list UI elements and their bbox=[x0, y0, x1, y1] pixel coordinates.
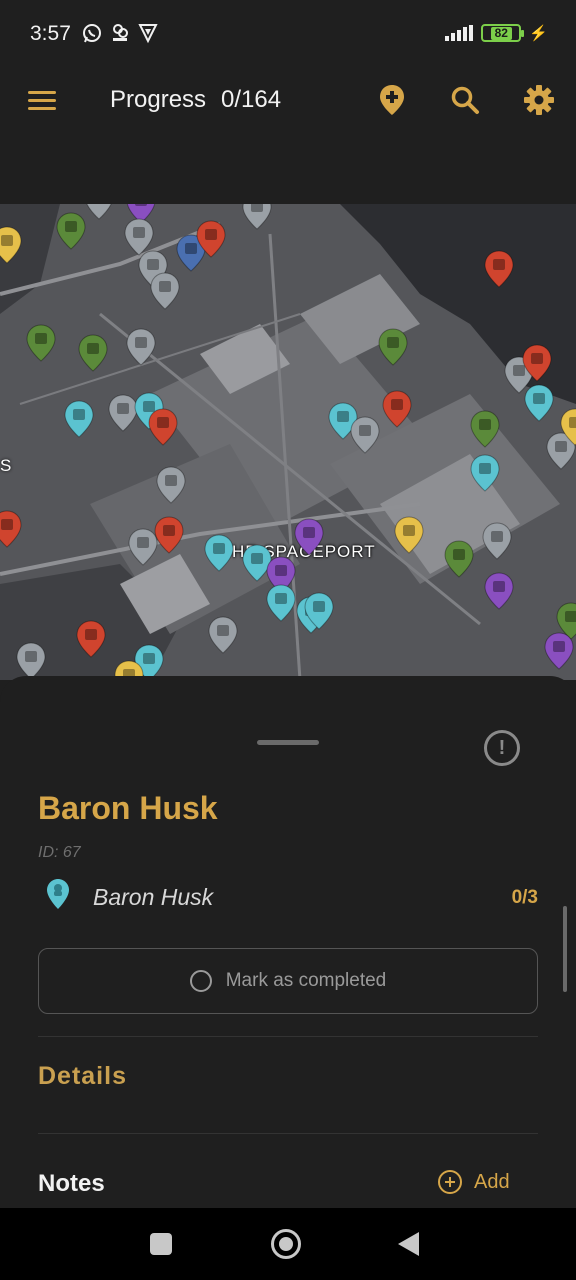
map-pin-icon bbox=[47, 879, 69, 909]
charging-bolt-icon: ⚡ bbox=[529, 25, 548, 42]
map-view[interactable]: S HE SPACEPORT bbox=[0, 204, 576, 680]
category-count: 0/3 bbox=[511, 887, 538, 908]
map-marker-pin-icon[interactable] bbox=[522, 344, 552, 382]
map-marker-pin-icon[interactable] bbox=[560, 408, 576, 446]
map-marker-pin-icon[interactable] bbox=[26, 324, 56, 362]
map-marker-pin-icon[interactable] bbox=[148, 408, 178, 446]
map-marker-pin-icon[interactable] bbox=[126, 328, 156, 366]
progress-label: Progress bbox=[110, 86, 207, 113]
map-marker-pin-icon[interactable] bbox=[196, 220, 226, 258]
category-label: Baron Husk bbox=[93, 884, 214, 910]
status-time: 3:57 bbox=[30, 22, 71, 45]
add-marker-icon bbox=[380, 85, 404, 115]
map-marker-pin-icon[interactable] bbox=[84, 204, 114, 220]
battery-level: 82 bbox=[490, 26, 512, 40]
settings-gear-icon bbox=[524, 85, 554, 115]
divider bbox=[38, 1133, 538, 1134]
add-note-label: Add bbox=[474, 1170, 510, 1193]
map-marker-pin-icon[interactable] bbox=[266, 584, 296, 622]
map-marker-pin-icon[interactable] bbox=[484, 250, 514, 288]
settings-button[interactable] bbox=[519, 80, 559, 120]
battery-icon: 82 bbox=[481, 24, 525, 42]
marker-title: Baron Husk bbox=[38, 790, 218, 826]
status-notification-icons bbox=[82, 22, 158, 44]
map-marker-pin-icon[interactable] bbox=[394, 516, 424, 554]
map-marker-pin-icon[interactable] bbox=[544, 632, 574, 670]
map-marker-pin-icon[interactable] bbox=[0, 226, 22, 264]
map-marker-pin-icon[interactable] bbox=[56, 212, 86, 250]
menu-line bbox=[28, 107, 56, 110]
map-marker-pin-icon[interactable] bbox=[470, 454, 500, 492]
map-marker-pin-icon[interactable] bbox=[350, 416, 380, 454]
map-marker-pin-icon[interactable] bbox=[64, 400, 94, 438]
signal-strength-icon bbox=[445, 25, 474, 41]
marker-id: ID: 67 bbox=[38, 844, 81, 861]
map-marker-pin-icon[interactable] bbox=[150, 272, 180, 310]
report-issue-button[interactable]: ! bbox=[484, 730, 520, 766]
hamburger-menu-button[interactable] bbox=[26, 86, 62, 116]
map-marker-pin-icon[interactable] bbox=[76, 620, 106, 658]
add-note-button[interactable]: Add bbox=[438, 1170, 510, 1194]
add-circle-icon bbox=[438, 1170, 462, 1194]
progress-value: 0/164 bbox=[221, 86, 282, 113]
map-marker-pin-icon[interactable] bbox=[204, 534, 234, 572]
map-marker-pin-icon[interactable] bbox=[524, 384, 554, 422]
sheet-drag-handle[interactable] bbox=[257, 740, 319, 745]
radio-circle-icon bbox=[189, 970, 212, 992]
map-marker-pin-icon[interactable] bbox=[0, 510, 22, 548]
search-button[interactable] bbox=[445, 80, 485, 120]
notes-heading: Notes bbox=[38, 1170, 105, 1197]
app-bar: Progress 0/164 bbox=[0, 66, 576, 204]
map-marker-pin-icon[interactable] bbox=[382, 390, 412, 428]
map-area-label-edge: S bbox=[0, 456, 12, 475]
map-marker-pin-icon[interactable] bbox=[294, 518, 324, 556]
bottom-sheet: ! Baron Husk ID: 67 Baron Husk 0/3 Mark … bbox=[0, 676, 576, 1208]
map-marker-pin-icon[interactable] bbox=[242, 204, 272, 230]
system-navigation-bar bbox=[0, 1208, 576, 1280]
menu-line bbox=[28, 99, 56, 102]
game-notification-icon bbox=[113, 24, 128, 41]
add-marker-button[interactable] bbox=[372, 80, 412, 120]
mark-as-completed-label: Mark as completed bbox=[225, 970, 387, 991]
report-issue-icon: ! bbox=[498, 736, 506, 759]
map-marker-pin-icon[interactable] bbox=[482, 522, 512, 560]
map-marker-pin-icon[interactable] bbox=[208, 616, 238, 654]
whatsapp-icon bbox=[83, 24, 101, 43]
map-marker-pin-icon[interactable] bbox=[444, 540, 474, 578]
map-marker-pin-icon[interactable] bbox=[304, 592, 334, 630]
status-bar: 3:57 82 ⚡ bbox=[0, 0, 576, 66]
details-heading[interactable]: Details bbox=[38, 1062, 127, 1091]
map-marker-pin-icon[interactable] bbox=[484, 572, 514, 610]
home-button[interactable] bbox=[271, 1229, 301, 1259]
map-marker-pin-icon[interactable] bbox=[154, 516, 184, 554]
map-marker-pin-icon[interactable] bbox=[470, 410, 500, 448]
status-system-icons: 82 ⚡ bbox=[445, 24, 548, 42]
divider bbox=[38, 1036, 538, 1037]
map-marker-pin-icon[interactable] bbox=[16, 642, 46, 680]
menu-line bbox=[28, 91, 56, 94]
map-marker-pin-icon[interactable] bbox=[78, 334, 108, 372]
map-marker-pin-icon[interactable] bbox=[156, 466, 186, 504]
map-marker-pin-icon[interactable] bbox=[378, 328, 408, 366]
sheet-scrollbar[interactable] bbox=[563, 906, 567, 992]
search-icon bbox=[451, 86, 479, 114]
back-button[interactable] bbox=[398, 1232, 419, 1256]
mark-as-completed-button[interactable]: Mark as completed bbox=[38, 948, 538, 1014]
vpn-shield-icon bbox=[138, 24, 158, 44]
recents-button[interactable] bbox=[150, 1233, 172, 1255]
